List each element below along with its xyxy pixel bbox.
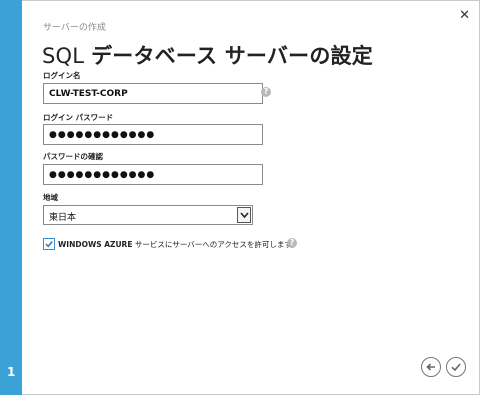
help-icon[interactable]: ?	[261, 87, 271, 97]
allow-azure-services-label-bold: WINDOWS AZURE	[58, 240, 133, 249]
title-prefix: SQL	[42, 44, 85, 68]
password-confirm-input[interactable]	[43, 164, 263, 185]
title-main: データベース サーバーの設定	[91, 44, 373, 68]
chevron-down-icon[interactable]	[237, 207, 251, 223]
password-confirm-label: パスワードの確認	[43, 152, 103, 161]
region-label: 地域	[43, 193, 58, 202]
allow-azure-services-label-rest: サービスにサーバーへのアクセスを許可します。	[132, 240, 299, 249]
help-icon[interactable]: ?	[287, 238, 297, 248]
step-number: 1	[7, 365, 16, 379]
step-sidebar: 1	[0, 0, 22, 395]
back-button[interactable]	[421, 357, 441, 377]
login-password-input[interactable]	[43, 124, 263, 145]
region-select[interactable]: 東日本	[43, 205, 253, 225]
checkmark-icon	[451, 363, 461, 372]
login-name-label: ログイン名	[43, 71, 81, 80]
complete-button[interactable]	[446, 357, 466, 377]
page-title: SQL データベース サーバーの設定	[42, 40, 373, 70]
login-name-input[interactable]	[43, 83, 263, 104]
back-arrow-icon	[426, 363, 435, 371]
allow-azure-services-checkbox[interactable]	[43, 238, 55, 250]
wizard-subtitle: サーバーの作成	[43, 23, 106, 33]
region-selected-value: 東日本	[49, 213, 77, 223]
login-password-label: ログイン パスワード	[43, 113, 114, 122]
close-icon[interactable]: ✕	[459, 9, 470, 22]
allow-azure-services-label: WINDOWS AZURE サービスにサーバーへのアクセスを許可します。	[58, 239, 299, 250]
